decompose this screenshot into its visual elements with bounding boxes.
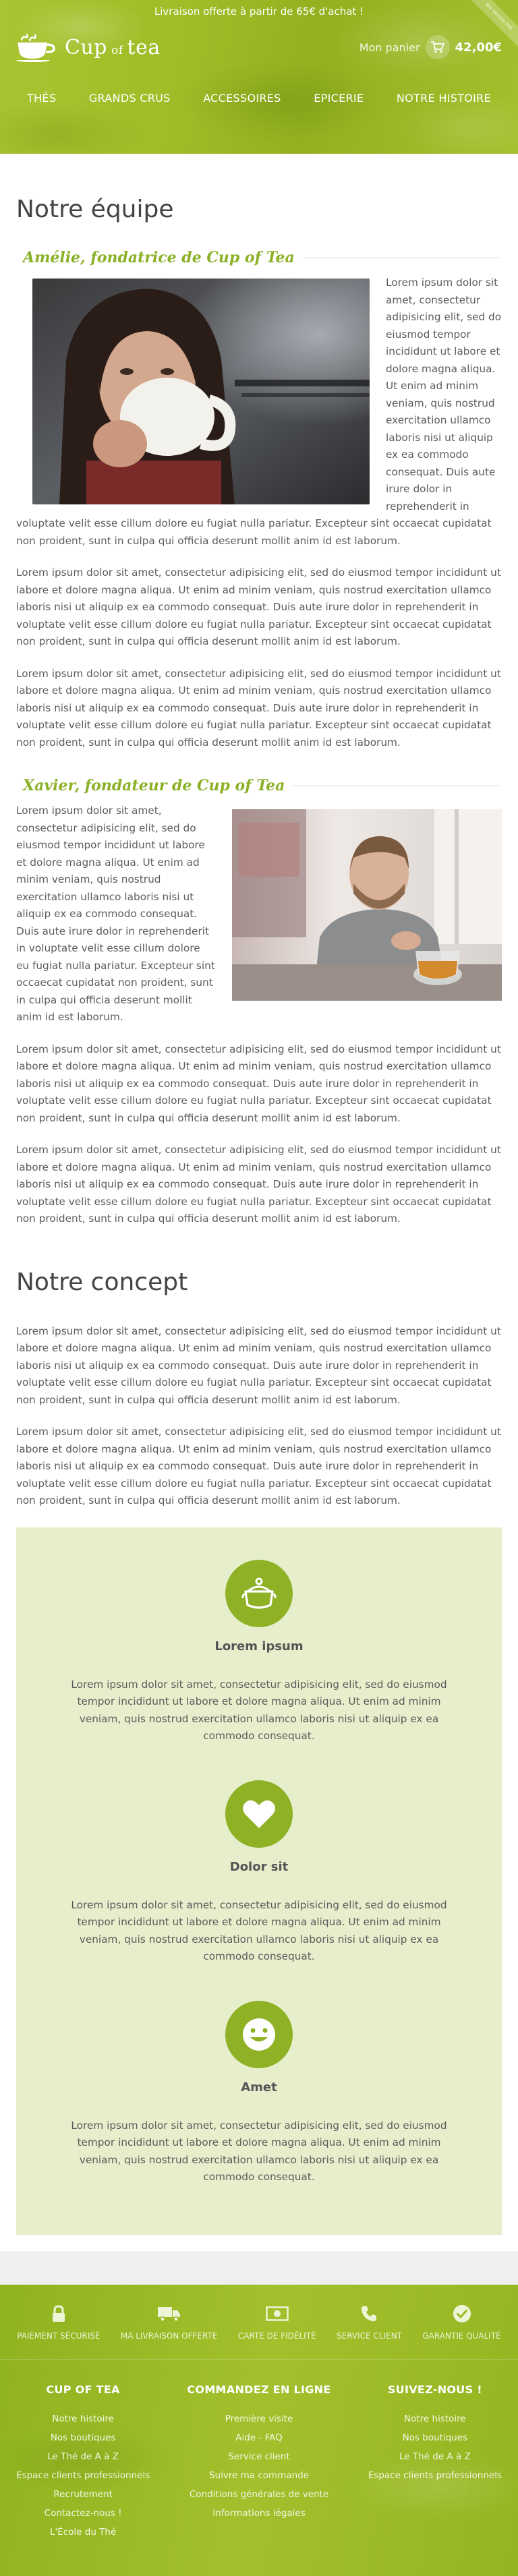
feature-item: Lorem ipsum Lorem ipsum dolor sit amet, … — [57, 1559, 461, 1745]
service-item[interactable]: Service client — [337, 2303, 402, 2341]
page-title: Notre équipe — [16, 196, 174, 223]
logo-word-tea: tea — [127, 35, 161, 59]
truck-icon — [121, 2303, 217, 2324]
footer-columns: CUP OF TEA Notre histoire Nos boutiques … — [0, 2360, 518, 2576]
service-label: Paiement sécurisé — [17, 2331, 100, 2341]
photo-amelie — [32, 279, 370, 504]
concept-paragraph: Lorem ipsum dolor sit amet, consectetur … — [16, 1324, 501, 1406]
footer-link[interactable]: Le Thé de A à Z — [16, 2447, 150, 2466]
main-nav: THÉS GRANDS CRUS ACCESSOIRES EPICERIE NO… — [0, 74, 518, 121]
footer-spacer — [0, 2250, 518, 2285]
feature-title: Lorem ipsum — [214, 1639, 304, 1653]
feature-text: Lorem ipsum dolor sit amet, consectetur … — [71, 2119, 447, 2184]
check-circle-icon — [422, 2303, 500, 2324]
logo-link[interactable]: Cup of tea — [16, 32, 161, 63]
footer-link[interactable]: Aide - FAQ — [187, 2428, 330, 2447]
footer-link[interactable]: Première visite — [187, 2409, 330, 2428]
service-label: Service client — [337, 2331, 402, 2341]
heart-icon — [225, 1780, 293, 1848]
footer-link[interactable]: Suivre ma commande — [187, 2466, 330, 2485]
nav-item-thes[interactable]: THÉS — [27, 92, 56, 105]
footer-link[interactable]: Espace clients professionnels — [368, 2466, 502, 2485]
person-heading-xavier: Xavier, fondateur de Cup of Tea — [16, 777, 502, 794]
smiley-icon — [225, 2000, 293, 2068]
footer-link[interactable]: Contactez-nous ! — [16, 2504, 150, 2523]
features-panel: Lorem ipsum Lorem ipsum dolor sit amet, … — [16, 1527, 502, 2235]
footer-link[interactable]: Informations légales — [187, 2504, 330, 2523]
footer-link[interactable]: Le Thé de A à Z — [368, 2447, 502, 2466]
feature-item: Amet Lorem ipsum dolor sit amet, consect… — [57, 2000, 461, 2186]
nav-item-notre-histoire[interactable]: NOTRE HISTOIRE — [397, 92, 491, 105]
nav-item-epicerie[interactable]: EPICERIE — [314, 92, 364, 105]
footer-column-title: SUIVEZ-NOUS ! — [387, 2382, 482, 2396]
banknote-icon — [238, 2303, 316, 2324]
logo-word-of: of — [111, 43, 123, 57]
footer-link[interactable]: Espace clients professionnels — [16, 2466, 150, 2485]
main-content: Notre équipe Amélie, fondatrice de Cup o… — [0, 196, 518, 2235]
footer-link[interactable]: Nos boutiques — [16, 2428, 150, 2447]
footer-link[interactable]: Nos boutiques — [368, 2428, 502, 2447]
footer-column-suivez-nous: SUIVEZ-NOUS ! Notre histoire Nos boutiqu… — [368, 2383, 502, 2576]
footer-link[interactable]: Service client — [187, 2447, 330, 2466]
footer-link[interactable]: Notre histoire — [368, 2409, 502, 2428]
footer-column-commandez: COMMANDEZ EN LIGNE Première visite Aide … — [187, 2383, 330, 2576]
site-footer: Paiement sécurisé Ma livraison offerte C… — [0, 2284, 518, 2576]
person-paragraph: Lorem ipsum dolor sit amet, consectetur … — [16, 1144, 501, 1225]
footer-link[interactable]: Notre histoire — [16, 2409, 150, 2428]
service-label: Ma livraison offerte — [120, 2331, 218, 2341]
person-block-xavier: Lorem ipsum dolor sit amet, consectetur … — [16, 802, 502, 1026]
site-header: Blo Version thé Livraison offerte à part… — [0, 0, 518, 154]
footer-link[interactable]: Recrutement — [16, 2485, 150, 2504]
feature-title: Amet — [241, 2080, 277, 2095]
cart-button[interactable]: Mon panier 42,00€ — [359, 35, 502, 59]
feature-text: Lorem ipsum dolor sit amet, consectetur … — [71, 1898, 447, 1963]
cart-label: Mon panier — [359, 40, 420, 54]
footer-link[interactable]: L'École du Thé — [16, 2523, 150, 2542]
person-paragraph: Lorem ipsum dolor sit amet, consectetur … — [16, 566, 501, 647]
teapot-icon — [225, 1559, 293, 1627]
nav-item-accessoires[interactable]: ACCESSOIRES — [203, 92, 281, 105]
person-paragraph: Lorem ipsum dolor sit amet, consectetur … — [16, 1043, 501, 1124]
feature-item: Dolor sit Lorem ipsum dolor sit amet, co… — [57, 1780, 461, 1966]
footer-link[interactable]: Conditions générales de vente — [187, 2485, 330, 2504]
services-bar: Paiement sécurisé Ma livraison offerte C… — [0, 2285, 518, 2360]
feature-text: Lorem ipsum dolor sit amet, consectetur … — [71, 1678, 447, 1743]
teacup-logo-icon — [16, 33, 55, 62]
promo-bar: Livraison offerte à partir de 65€ d'acha… — [0, 0, 518, 23]
footer-column-title: COMMANDEZ EN LIGNE — [187, 2382, 331, 2396]
service-item[interactable]: Ma livraison offerte — [121, 2303, 217, 2341]
person-name-xavier: Xavier, fondateur de Cup of Tea — [23, 777, 285, 794]
person-name-amelie: Amélie, fondatrice de Cup of Tea — [23, 249, 295, 266]
shopping-cart-icon — [425, 35, 450, 59]
concept-title: Notre concept — [16, 1268, 188, 1296]
service-item[interactable]: Paiement sécurisé — [17, 2303, 100, 2341]
service-label: Garantie qualité — [422, 2331, 501, 2341]
footer-column-title: CUP OF TEA — [46, 2382, 120, 2396]
service-label: Carte de fidélité — [237, 2331, 316, 2341]
service-item[interactable]: Carte de fidélité — [238, 2303, 316, 2341]
person-block-amelie: Lorem ipsum dolor sit amet, consectetur … — [16, 274, 502, 550]
person-paragraph: Lorem ipsum dolor sit amet, consectetur … — [16, 667, 501, 749]
concept-paragraph: Lorem ipsum dolor sit amet, consectetur … — [16, 1426, 501, 1506]
feature-title: Dolor sit — [229, 1859, 289, 1874]
nav-item-grands-crus[interactable]: GRANDS CRUS — [89, 92, 171, 105]
promo-text: Livraison offerte à partir de 65€ d'acha… — [154, 5, 364, 18]
logo-word-cup: Cup — [65, 35, 107, 59]
phone-icon — [337, 2303, 402, 2324]
lock-icon — [17, 2303, 100, 2324]
photo-xavier — [232, 809, 502, 1001]
person-heading-amelie: Amélie, fondatrice de Cup of Tea — [16, 249, 502, 266]
footer-column-cup-of-tea: CUP OF TEA Notre histoire Nos boutiques … — [16, 2383, 150, 2576]
service-item[interactable]: Garantie qualité — [422, 2303, 501, 2341]
brand-row: Cup of tea Mon panier 42,00€ — [0, 23, 518, 71]
cart-total: 42,00€ — [455, 40, 502, 55]
logo-text: Cup of tea — [65, 36, 161, 59]
